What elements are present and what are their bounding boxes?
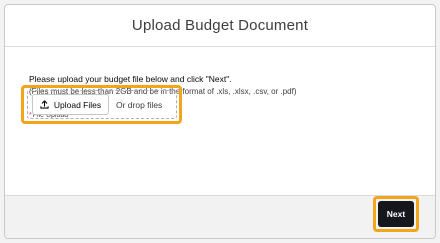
upload-instructions: Please upload your budget file below and… [29, 74, 232, 84]
modal-footer [5, 195, 435, 238]
upload-files-button[interactable]: Upload Files [32, 94, 109, 115]
modal-header: Upload Budget Document [5, 5, 435, 47]
upload-files-label: Upload Files [53, 99, 102, 110]
file-dropzone[interactable]: Upload Files Or drop files [27, 90, 177, 119]
modal-title: Upload Budget Document [131, 17, 309, 34]
next-button[interactable]: Next [378, 201, 414, 227]
upload-icon [40, 100, 49, 109]
drop-files-text: Or drop files [116, 99, 163, 110]
